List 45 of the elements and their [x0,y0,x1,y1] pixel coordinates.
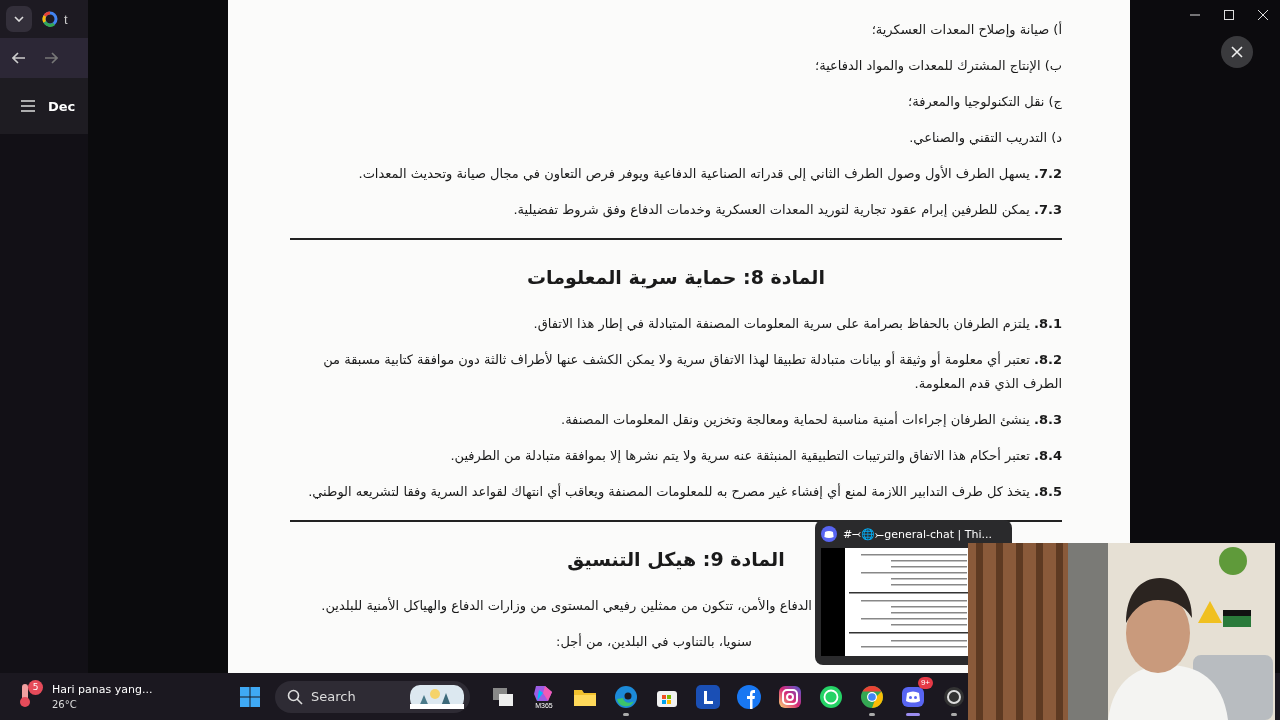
temperature-text: 26°C [52,697,78,712]
chat-icon [819,684,843,709]
article-heading: المادة 8: حماية سرية المعلومات [527,265,825,291]
clause-text: ج) نقل التكنولوجيا والمعرفة؛ [907,93,1062,112]
discord-icon [821,526,837,542]
minimize-icon [1190,14,1200,16]
menu-button[interactable] [20,100,36,112]
notification-badge: 5 [28,679,43,695]
search-field[interactable]: Search [275,680,470,713]
notification-badge: 9+ [917,676,933,689]
article-heading: المادة 9: هيكل التنسيق [567,547,785,573]
clause-text: الدفاع والأمن، تتكون من ممثلين رفيعي المستوى من وزارات الدفاع والهياكل الأمنية للبلدين. [320,596,812,616]
clause-text: د) التدريب التقني والصناعي. [908,129,1062,148]
forward-arrow-icon [44,52,58,64]
back-button[interactable] [12,52,26,64]
close-icon [1231,46,1243,58]
maximize-icon [1224,10,1234,20]
thermometer-icon [18,681,32,708]
chrome-icon [860,684,884,709]
camera-icon [778,684,802,709]
search-icon [287,688,303,705]
task-view-icon [492,686,514,707]
browser-icon [614,684,638,709]
chevron-down-icon [14,16,24,22]
app-icon [696,684,720,709]
preview-title: #⤙🌐⤚general-chat | Thi... [843,527,992,541]
clause-text: أ) صيانة وإصلاح المعدات العسكرية؛ [870,20,1062,40]
clause-text: ب) الإنتاج المشترك للمعدات والمواد الدفاعية؛ [814,57,1062,76]
close-icon [1258,10,1268,20]
app-icon [533,684,555,702]
google-icon [42,11,58,27]
browser-tab[interactable]: t [42,11,68,27]
weather-title: Hari panas yang... [52,681,153,697]
tab-list-button[interactable] [6,6,32,32]
facebook-icon [737,684,761,709]
taskbar-app-button[interactable]: 9+ [895,676,931,717]
clause-text: سنويا، بالتناوب في البلدين، من أجل: [555,632,752,652]
windows-icon [240,686,260,707]
app-icon [943,685,965,708]
discord-icon [901,684,925,709]
page-title: Dec [48,98,76,114]
menu-icon [20,100,36,112]
close-button[interactable] [1221,36,1253,68]
forward-button[interactable] [44,52,58,64]
back-arrow-icon [12,52,26,64]
